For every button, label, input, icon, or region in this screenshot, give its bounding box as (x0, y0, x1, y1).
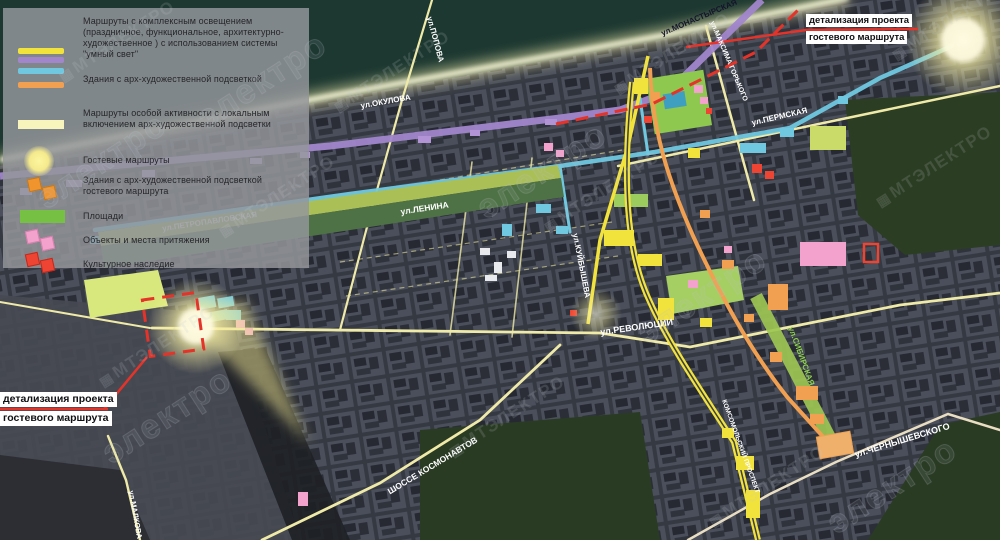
legend-route-cyan-swatch (18, 68, 64, 74)
legend-item-attractions: Объекты и места притяжения (83, 235, 303, 246)
detail-callout-line1: детализация проекта (806, 14, 912, 27)
legend-item-guest-buildings: Здания с арх-художественной подсветкой г… (83, 175, 303, 197)
legend-item-arch-lit-buildings: Здания с арх-художественной подсветкой (83, 74, 303, 85)
legend-route-purple-swatch (18, 57, 64, 63)
legend-attractions-swatch (25, 229, 40, 244)
legend-route-yellow-swatch (18, 48, 64, 54)
legend-item-heritage: Культурное наследие (83, 259, 303, 270)
legend-squares-swatch (20, 210, 65, 223)
legend-route-orange-swatch (18, 82, 64, 88)
detail-callout-top-right: детализация проекта гостевого маршрута (806, 14, 912, 44)
map-legend-panel: Маршруты с комплексным освещением (празд… (3, 8, 309, 268)
legend-guest-buildings-swatch (42, 185, 57, 200)
legend-special-route-swatch (18, 120, 64, 129)
legend-heritage-swatch (25, 252, 40, 267)
detail-callout-bottom-left: детализация проекта гостевого маршрута (0, 392, 117, 426)
legend-attractions-swatch (40, 236, 55, 251)
legend-item-guest-routes: Гостевые маршруты (83, 155, 303, 166)
legend-guest-glow-swatch (24, 146, 54, 176)
detail-callout-line1: детализация проекта (0, 392, 117, 407)
legend-item-special-routes: Маршруты особой активности с локальным в… (83, 108, 303, 130)
detail-callout-line2: гостевого маршрута (806, 31, 907, 44)
legend-item-squares: Площади (83, 211, 303, 222)
legend-guest-buildings-swatch (27, 177, 42, 192)
lighting-masterplan-map: ул.ПОПОВА ул.ОКУЛОВА ул.МОНАСТЫРСКАЯ ул.… (0, 0, 1000, 540)
detail-callout-line2: гостевого маршрута (0, 411, 112, 426)
legend-heritage-swatch (40, 258, 55, 273)
legend-item-complex-routes: Маршруты с комплексным освещением (празд… (83, 16, 303, 60)
